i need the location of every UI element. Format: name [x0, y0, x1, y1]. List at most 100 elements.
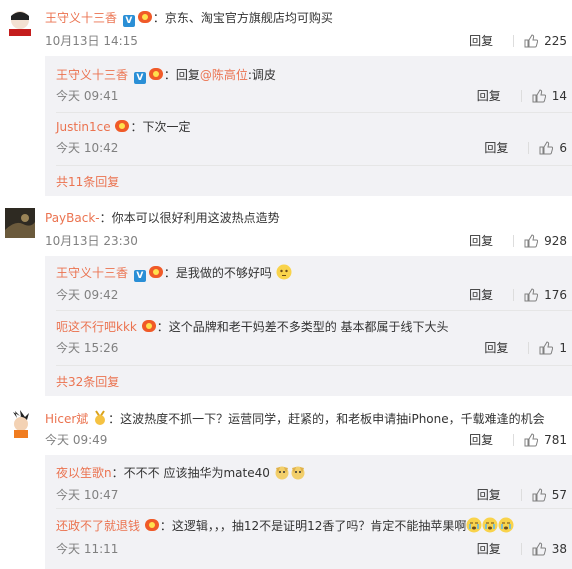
reply-item: 夜以笙歌n：不不不 应该抽华为mate40 今天 10:47 回复 57 [56, 466, 567, 503]
doge-emoji-icon [291, 466, 305, 480]
like-count: 1 [559, 340, 567, 355]
author-name[interactable]: PayBack- [45, 211, 100, 225]
reply-text: 这逻辑，，，抽12不是证明12香了吗？肯定不能抽苹果啊 [171, 519, 467, 533]
crying-emoji-icon [482, 517, 498, 533]
like-count: 928 [544, 233, 567, 248]
like-icon[interactable] [524, 233, 539, 248]
verified-icon: V [133, 72, 146, 84]
author-name[interactable]: 夜以笙歌n [56, 466, 112, 480]
view-more-replies-link[interactable]: 共32条回复 [56, 373, 119, 390]
reply-actions: 回复 176 [469, 286, 567, 303]
like-icon[interactable] [524, 432, 539, 447]
like-icon[interactable] [524, 33, 539, 48]
like-count: 781 [544, 432, 567, 447]
timestamp: 今天 09:42 [56, 288, 119, 302]
author-name[interactable]: Justin1ce [56, 120, 111, 134]
comment-text: 京东、淘宝官方旗舰店均可购买 [164, 11, 333, 25]
like-icon[interactable] [539, 140, 554, 155]
comment: Hicer斌 ：这波热度不抓一下？运营同学，赶紧的，和老板申请抽iPhone，千… [0, 400, 572, 569]
thinking-emoji-icon [276, 264, 292, 280]
vip-badge-icon [115, 120, 130, 132]
avatar[interactable] [5, 208, 35, 238]
medal-icon [95, 410, 106, 425]
author-name[interactable]: 还政不了就退钱 [56, 519, 140, 533]
reply-button[interactable]: 回复 [477, 486, 501, 503]
reply-button[interactable]: 回复 [469, 286, 493, 303]
like-count: 6 [559, 140, 567, 155]
vip-badge-icon [141, 320, 156, 332]
view-more-replies-link[interactable]: 共11条回复 [56, 173, 119, 190]
reply-button[interactable]: 回复 [484, 139, 508, 156]
verified-icon: V [133, 270, 146, 282]
author-name[interactable]: 王守义十三香 [56, 266, 128, 280]
avatar[interactable] [5, 8, 35, 38]
mention-link[interactable]: @陈高位 [200, 68, 248, 82]
reply-item: 还政不了就退钱 ：这逻辑，，，抽12不是证明12香了吗？肯定不能抽苹果啊 今天 … [56, 517, 567, 557]
timestamp: 今天 15:26 [56, 341, 119, 355]
comment-body: PayBack-：你本可以很好利用这波热点造势 [45, 211, 280, 225]
timestamp: 今天 10:42 [56, 141, 119, 155]
reply-item: 呃这不行吧kkk ：这个品牌和老干妈差不多类型的 基本都属于线下大头 今天 15… [56, 320, 567, 356]
timestamp: 今天 09:41 [56, 89, 119, 103]
reply-button[interactable]: 回复 [469, 431, 493, 448]
like-icon[interactable] [524, 287, 539, 302]
author-name[interactable]: Hicer斌 [45, 412, 88, 426]
like-count: 38 [551, 541, 567, 556]
vip-badge-icon [148, 266, 163, 278]
reply-actions: 回复 1 [484, 339, 567, 356]
vip-badge-icon [137, 11, 152, 23]
author-name[interactable]: 王守义十三香 [56, 68, 128, 82]
reply-text: :调皮 [247, 68, 276, 82]
author-name[interactable]: 呃这不行吧kkk [56, 320, 137, 334]
comment-body: Hicer斌 ：这波热度不抓一下？运营同学，赶紧的，和老板申请抽iPhone，千… [45, 410, 545, 426]
doge-emoji-icon [275, 466, 289, 480]
reply-button[interactable]: 回复 [484, 339, 508, 356]
reply-list: 王守义十三香 V ：是我做的不够好吗 今天 09:42 回复 176 呃这不行吧k… [45, 256, 572, 396]
reply-item: 王守义十三香 V ：回复@陈高位:调皮 今天 09:41 回复 14 [56, 68, 567, 104]
crying-emoji-icon [498, 517, 514, 533]
comment-text: 你本可以很好利用这波热点造势 [111, 211, 280, 225]
comment-text: 这波热度不抓一下？运营同学，赶紧的，和老板申请抽iPhone，千载难逢的机会 [120, 412, 545, 426]
timestamp: 10月13日 23:30 [45, 234, 138, 248]
like-count: 225 [544, 33, 567, 48]
reply-item: Justin1ce ：下次一定 今天 10:42 回复 6 [56, 120, 567, 156]
reply-text: 这个品牌和老干妈差不多类型的 基本都属于线下大头 [168, 320, 449, 334]
reply-actions: 回复 57 [477, 486, 567, 503]
comment-actions: 回复 225 [469, 32, 567, 49]
timestamp: 10月13日 14:15 [45, 34, 138, 48]
reply-item: 王守义十三香 V ：是我做的不够好吗 今天 09:42 回复 176 [56, 264, 567, 303]
reply-list: 王守义十三香 V ：回复@陈高位:调皮 今天 09:41 回复 14 Justin… [45, 56, 572, 196]
comment-actions: 回复 781 [469, 431, 567, 448]
timestamp: 今天 11:11 [56, 542, 119, 556]
avatar[interactable] [5, 408, 35, 438]
crying-emoji-icon [466, 517, 482, 533]
vip-badge-icon [144, 519, 159, 531]
reply-text: 下次一定 [142, 120, 191, 134]
like-count: 176 [544, 287, 567, 302]
comment-actions: 回复 928 [469, 232, 567, 249]
timestamp: 今天 10:47 [56, 488, 119, 502]
like-icon[interactable] [532, 88, 546, 103]
verified-icon: V [122, 15, 135, 27]
like-icon[interactable] [532, 487, 546, 502]
reply-button[interactable]: 回复 [477, 87, 501, 104]
like-icon[interactable] [539, 340, 554, 355]
reply-button[interactable]: 回复 [469, 32, 493, 49]
reply-actions: 回复 38 [477, 540, 567, 557]
reply-button[interactable]: 回复 [477, 540, 501, 557]
vip-badge-icon [148, 68, 163, 80]
comment: 王守义十三香 V ：京东、淘宝官方旗舰店均可购买 10月13日 14:15 回复 … [0, 0, 572, 200]
like-count: 14 [551, 88, 567, 103]
like-count: 57 [551, 487, 567, 502]
reply-text: 是我做的不够好吗 [175, 266, 272, 280]
reply-actions: 回复 14 [477, 87, 567, 104]
reply-text: 不不不 应该抽华为mate40 [123, 466, 270, 480]
comment-body: 王守义十三香 V ：京东、淘宝官方旗舰店均可购买 [45, 11, 333, 27]
reply-list: 夜以笙歌n：不不不 应该抽华为mate40 今天 10:47 回复 57 还政不… [45, 455, 572, 569]
like-icon[interactable] [532, 541, 546, 556]
reply-button[interactable]: 回复 [469, 232, 493, 249]
comment: PayBack-：你本可以很好利用这波热点造势 10月13日 23:30 回复 … [0, 200, 572, 400]
author-name[interactable]: 王守义十三香 [45, 11, 117, 25]
timestamp: 今天 09:49 [45, 433, 108, 447]
reply-actions: 回复 6 [484, 139, 567, 156]
